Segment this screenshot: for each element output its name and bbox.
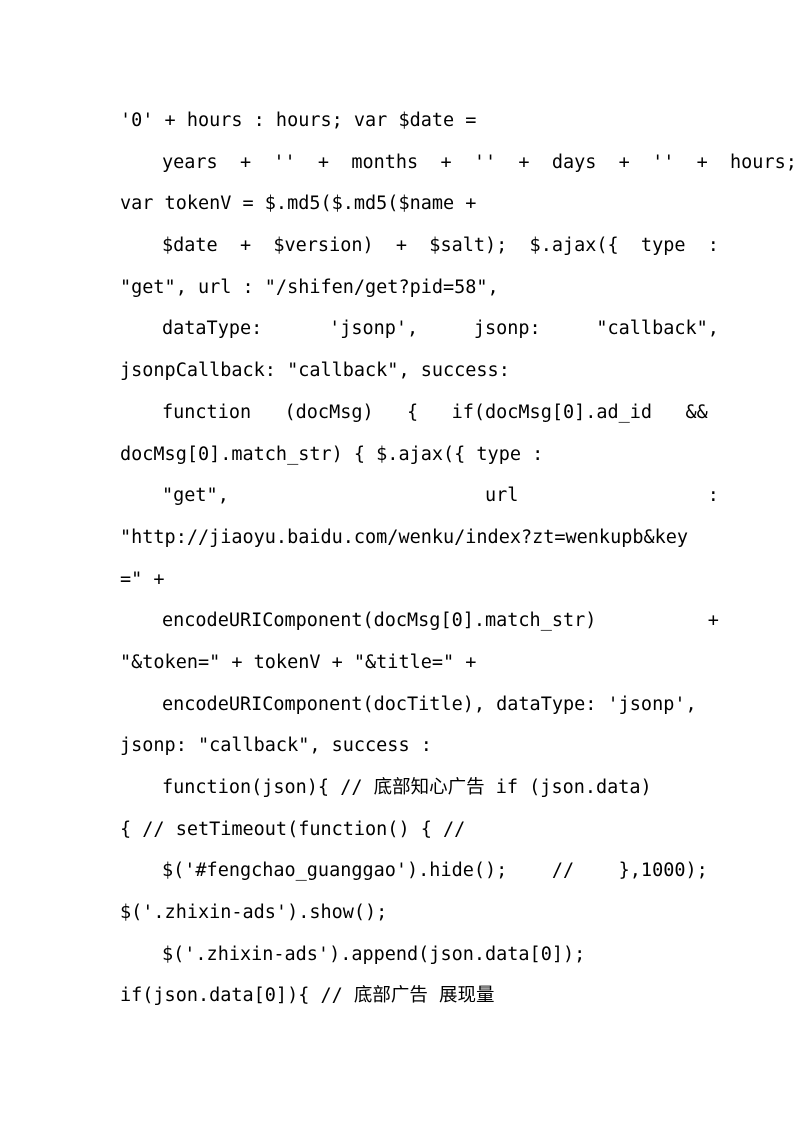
code-line: $('#fengchao_guanggao').hide(); // },100… [162,860,708,882]
code-line: if(json.data[0]){ // 底部广告 展现量 [120,985,495,1007]
code-line: '0' + hours : hours; var $date = [120,110,477,131]
code-line: var tokenV = $.md5($.md5($name + [120,193,477,215]
code-line: encodeURIComponent(docMsg[0].match_str) … [162,610,719,632]
code-line: jsonp: "callback", success : [120,735,432,757]
code-line: dataType: 'jsonp', jsonp: "callback", [162,318,719,340]
code-text-block: '0' + hours : hours; var $date = years +… [120,100,794,1017]
code-line: "get", url : [162,485,719,507]
code-line: =" + [120,568,165,590]
code-line: jsonpCallback: "callback", success: [120,360,510,382]
code-line: function (docMsg) { if(docMsg[0].ad_id &… [162,401,708,423]
code-line: years + '' + months + '' + days + '' + h… [162,151,794,173]
code-line: encodeURIComponent(docTitle), dataType: … [162,693,697,715]
code-line: "&token=" + tokenV + "&title=" + [120,651,477,673]
document-page: '0' + hours : hours; var $date = years +… [0,0,794,1123]
code-line: docMsg[0].match_str) { $.ajax({ type : [120,443,544,465]
code-line: $('.zhixin-ads').show(); [120,902,388,924]
code-line: "http://jiaoyu.baidu.com/wenku/index?zt=… [120,526,689,548]
code-line: $date + $version) + $salt); $.ajax({ typ… [162,235,719,257]
code-line: { // setTimeout(function() { // [120,818,466,840]
code-line: function(json){ // 底部知心广告 if (json.data) [162,777,652,798]
code-line: $('.zhixin-ads').append(json.data[0]); [162,943,586,965]
code-line: "get", url : "/shifen/get?pid=58", [120,276,499,298]
